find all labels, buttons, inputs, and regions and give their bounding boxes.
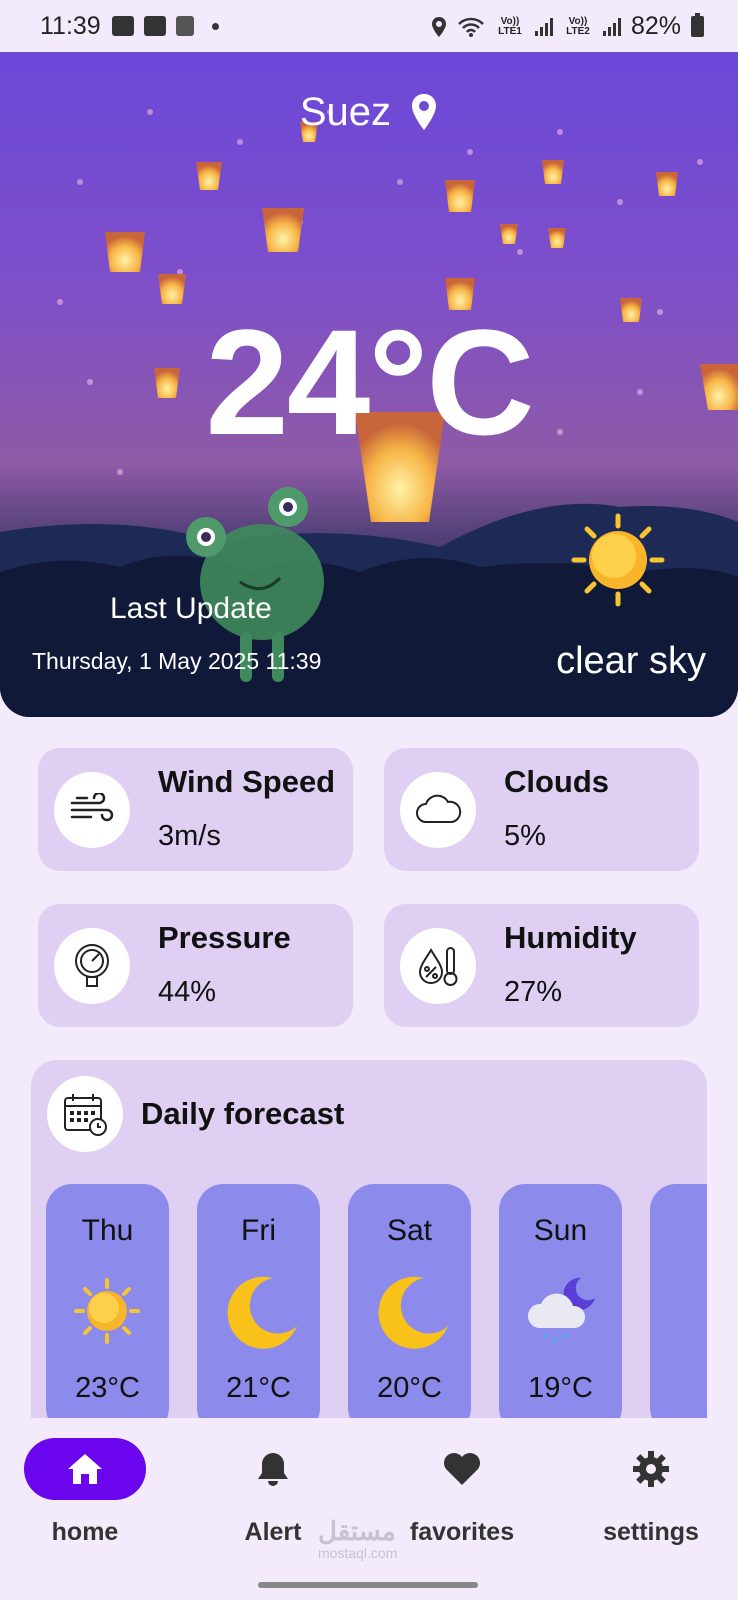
battery-icon bbox=[691, 13, 704, 37]
forecast-day-temp: 20°C bbox=[377, 1372, 442, 1404]
humidity-icon bbox=[400, 928, 476, 1004]
more-notifications-dot bbox=[212, 22, 219, 30]
last-update-label: Last Update bbox=[110, 592, 272, 625]
nav-favorites-label: favorites bbox=[409, 1518, 515, 1546]
battery-percent: 82% bbox=[630, 12, 681, 40]
clouds-value: 5% bbox=[504, 820, 546, 852]
forecast-day-card[interactable]: Sun 19°C bbox=[499, 1184, 622, 1420]
humidity-value: 27% bbox=[504, 976, 563, 1008]
city-name: Suez bbox=[299, 89, 392, 134]
pressure-card: Pressure 44% bbox=[38, 904, 353, 1027]
nav-settings-label: settings bbox=[603, 1518, 699, 1546]
nav-favorites[interactable]: favorites bbox=[387, 1438, 537, 1547]
weather-description: clear sky bbox=[556, 640, 706, 682]
weather-hero: Suez 24°C Last Update Thursday, 1 May 20… bbox=[0, 52, 738, 717]
mostaql-watermark: مستقل mostaql.com bbox=[318, 1516, 397, 1561]
wifi-icon bbox=[458, 17, 484, 37]
nav-home-label: home bbox=[51, 1518, 119, 1546]
forecast-day-card[interactable]: Sat 20°C bbox=[348, 1184, 471, 1420]
calendar-icon bbox=[47, 1076, 123, 1152]
humidity-card: Humidity 27% bbox=[384, 904, 699, 1027]
nav-home[interactable]: home bbox=[10, 1438, 160, 1547]
daily-forecast-panel: Daily forecast Thu 23°C Fri 21°C Sat 20°… bbox=[31, 1060, 707, 1420]
teams-notification-icon bbox=[144, 16, 166, 36]
nav-alert-pill bbox=[212, 1438, 334, 1500]
bell-icon bbox=[258, 1453, 288, 1486]
moon-icon bbox=[378, 1276, 448, 1349]
daily-forecast-title: Daily forecast bbox=[141, 1096, 345, 1131]
sun-icon bbox=[74, 1278, 140, 1344]
forecast-day-temp: 19°C bbox=[528, 1372, 593, 1404]
wind-speed-value: 3m/s bbox=[158, 820, 221, 852]
forecast-day-name: Thu bbox=[81, 1214, 134, 1247]
notification-icons bbox=[112, 16, 219, 36]
last-update-datetime: Thursday, 1 May 2025 11:39 bbox=[32, 648, 322, 674]
pressure-gauge-icon bbox=[54, 928, 130, 1004]
gallery-notification-icon bbox=[112, 16, 134, 36]
heart-icon bbox=[444, 1453, 480, 1485]
bottom-navigation: home Alert favorites settings bbox=[0, 1418, 738, 1600]
pressure-value: 44% bbox=[158, 976, 217, 1008]
current-temperature: 24°C bbox=[205, 298, 534, 466]
mosque-notification-icon bbox=[176, 16, 194, 36]
cloudy-night-icon bbox=[527, 1277, 595, 1343]
home-icon bbox=[68, 1454, 102, 1484]
wind-icon bbox=[54, 772, 130, 848]
pressure-title: Pressure bbox=[158, 920, 291, 955]
clear-sky-sun-icon bbox=[571, 513, 665, 607]
watermark-arabic: مستقل bbox=[318, 1516, 396, 1546]
wind-speed-card: Wind Speed 3m/s bbox=[38, 748, 353, 871]
system-status: Vo)) LTE1 Vo)) LTE2 82% bbox=[431, 12, 704, 41]
forecast-day-name: Sat bbox=[386, 1214, 433, 1247]
gear-icon bbox=[633, 1451, 669, 1487]
humidity-title: Humidity bbox=[504, 920, 637, 955]
status-time: 11:39 bbox=[40, 12, 101, 40]
nav-home-pill[interactable] bbox=[24, 1438, 146, 1500]
network-2-label: Vo)) LTE2 bbox=[566, 15, 590, 37]
forecast-day-card-partial[interactable] bbox=[650, 1184, 707, 1420]
nav-favorites-pill bbox=[401, 1438, 523, 1500]
signal-2-icon bbox=[602, 17, 621, 36]
forecast-day-name: Sun bbox=[533, 1214, 588, 1247]
network-1-label: Vo)) LTE1 bbox=[498, 15, 522, 37]
gesture-home-bar[interactable] bbox=[258, 1582, 478, 1588]
watermark-latin: mostaql.com bbox=[318, 1545, 398, 1561]
city-title: Suez bbox=[0, 88, 738, 135]
forecast-day-temp: 23°C bbox=[75, 1372, 140, 1404]
forecast-day-card[interactable]: Fri 21°C bbox=[197, 1184, 320, 1420]
moon-icon bbox=[227, 1276, 297, 1349]
location-icon bbox=[431, 16, 446, 37]
forecast-day-card[interactable]: Thu 23°C bbox=[46, 1184, 169, 1420]
wind-speed-title: Wind Speed bbox=[158, 764, 336, 799]
signal-1-icon bbox=[534, 17, 553, 36]
clouds-card: Clouds 5% bbox=[384, 748, 699, 871]
nav-settings-pill bbox=[590, 1438, 712, 1500]
cloud-icon bbox=[400, 772, 476, 848]
status-bar: 11:39 Vo)) LTE1 Vo)) LTE2 82% bbox=[0, 0, 738, 52]
location-pin-icon bbox=[412, 94, 437, 131]
forecast-day-temp: 21°C bbox=[226, 1372, 291, 1404]
clouds-title: Clouds bbox=[504, 764, 610, 799]
nav-settings[interactable]: settings bbox=[576, 1438, 726, 1547]
forecast-day-name: Fri bbox=[241, 1214, 276, 1247]
